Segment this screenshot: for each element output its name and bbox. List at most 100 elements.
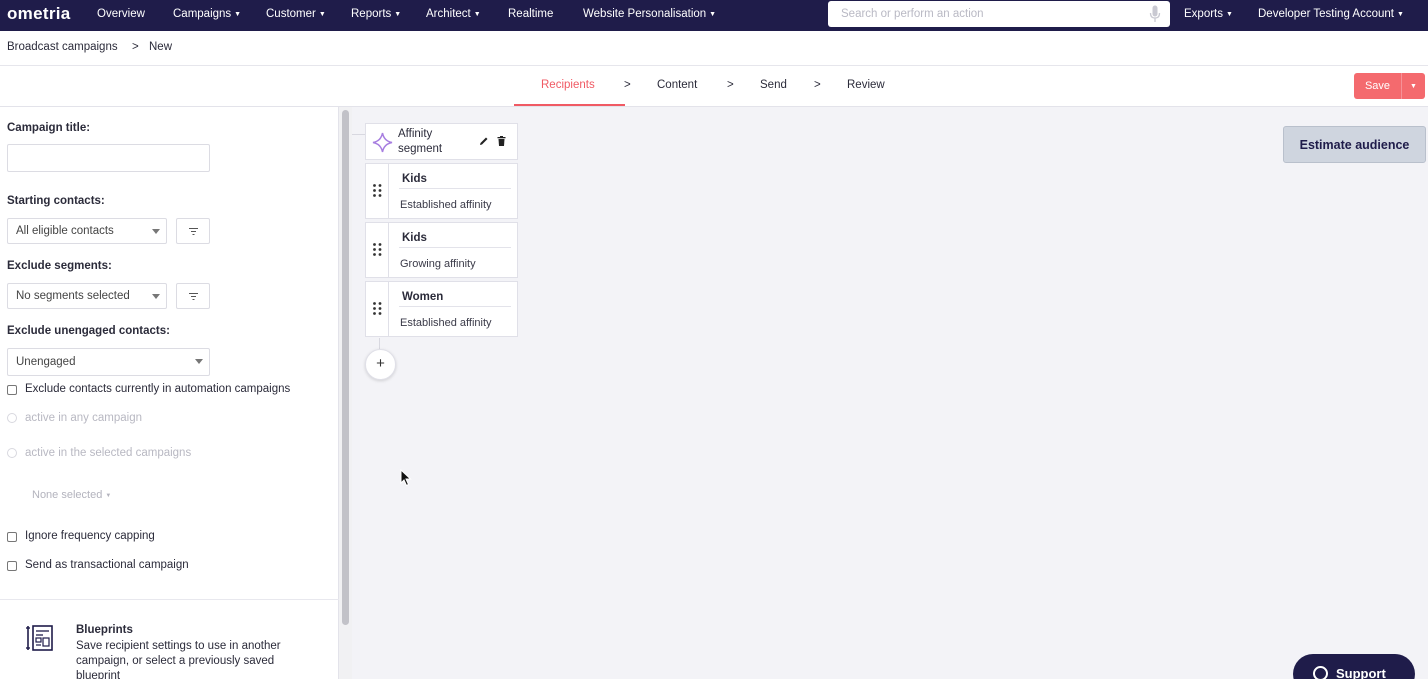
dropdown-arrow-icon: [195, 359, 203, 364]
exclude-automation-checkbox[interactable]: [7, 384, 17, 395]
transactional-checkbox[interactable]: [7, 560, 17, 571]
active-step-indicator: [514, 104, 625, 106]
panel-scrollbar[interactable]: [339, 107, 352, 679]
support-label: Support: [1336, 666, 1386, 679]
exclude-unengaged-label: Exclude unengaged contacts:: [7, 325, 170, 337]
radio-selected-campaigns-row: active in the selected campaigns: [7, 447, 191, 459]
radio-any-campaign[interactable]: [7, 413, 17, 423]
chevron-down-icon: ▼: [318, 11, 326, 18]
nav-website-personalisation[interactable]: Website Personalisation ▼: [583, 8, 716, 20]
segment-category: Kids: [402, 173, 427, 185]
starting-contacts-select[interactable]: All eligible contacts: [7, 218, 167, 244]
drag-handle-icon: [373, 243, 382, 256]
connector-line: [379, 338, 380, 349]
campaign-selector-dropdown[interactable]: None selected ▼: [32, 489, 111, 501]
segment-row[interactable]: Kids Established affinity: [365, 163, 518, 219]
starting-contacts-value: All eligible contacts: [16, 225, 114, 237]
ignore-frequency-row: Ignore frequency capping: [7, 530, 155, 542]
exclude-unengaged-select[interactable]: Unengaged: [7, 348, 210, 376]
save-options-dropdown[interactable]: ▼: [1401, 73, 1425, 99]
ignore-frequency-label: Ignore frequency capping: [25, 530, 155, 542]
campaign-title-label: Campaign title:: [7, 122, 91, 134]
nav-reports-label: Reports: [351, 8, 392, 20]
step-separator: >: [814, 79, 821, 91]
chevron-down-icon: ▼: [1396, 11, 1404, 18]
nav-customer[interactable]: Customer ▼: [266, 8, 326, 20]
breadcrumb-separator: >: [132, 41, 139, 53]
radio-selected-campaigns[interactable]: [7, 448, 17, 458]
campaign-selector-value: None selected: [32, 489, 103, 501]
trash-icon[interactable]: [497, 136, 506, 146]
pencil-icon[interactable]: [479, 136, 489, 146]
sparkle-icon: [372, 132, 393, 153]
starting-contacts-filter-button[interactable]: [176, 218, 210, 244]
step-review[interactable]: Review: [847, 79, 885, 91]
dropdown-arrow-icon: [152, 229, 160, 234]
step-recipients[interactable]: Recipients: [541, 79, 595, 91]
exclude-automation-label: Exclude contacts currently in automation…: [25, 383, 291, 395]
estimate-audience-button[interactable]: Estimate audience: [1283, 126, 1426, 163]
account-menu[interactable]: Developer Testing Account ▼: [1258, 8, 1404, 20]
chevron-down-icon: ▼: [234, 11, 242, 18]
blueprint-icon[interactable]: [26, 625, 53, 651]
ometria-logo[interactable]: ometria: [7, 4, 71, 24]
support-button[interactable]: Support: [1293, 654, 1415, 679]
blueprints-description: Save recipient settings to use in anothe…: [76, 640, 281, 679]
nav-exports[interactable]: Exports ▼: [1184, 8, 1233, 20]
save-button[interactable]: Save: [1354, 73, 1401, 99]
scrollbar-thumb[interactable]: [342, 110, 349, 625]
divider: [0, 599, 339, 600]
nav-reports[interactable]: Reports ▼: [351, 8, 401, 20]
ignore-frequency-checkbox[interactable]: [7, 531, 17, 542]
breadcrumb: Broadcast campaigns > New: [0, 31, 1428, 66]
segment-affinity-level: Growing affinity: [400, 258, 476, 270]
affinity-segment-header[interactable]: Affinity segment: [365, 123, 518, 160]
nav-overview[interactable]: Overview: [97, 8, 145, 20]
nav-architect[interactable]: Architect ▼: [426, 8, 481, 20]
search-input[interactable]: [828, 1, 1128, 27]
step-separator: >: [727, 79, 734, 91]
radio-any-campaign-label: active in any campaign: [25, 412, 142, 424]
nav-exports-label: Exports: [1184, 8, 1223, 20]
wizard-steps: Recipients > Content > Send > Review Sav…: [0, 66, 1428, 107]
mouse-cursor-icon: [400, 469, 412, 487]
breadcrumb-broadcast-campaigns[interactable]: Broadcast campaigns: [7, 41, 118, 53]
chevron-down-icon: ▼: [709, 11, 717, 18]
exclude-segments-filter-button[interactable]: [176, 283, 210, 309]
drag-handle[interactable]: [366, 282, 389, 336]
drag-handle[interactable]: [366, 164, 389, 218]
step-send[interactable]: Send: [760, 79, 787, 91]
drag-handle[interactable]: [366, 223, 389, 277]
exclude-automation-row: Exclude contacts currently in automation…: [7, 383, 290, 395]
nav-website-personalisation-label: Website Personalisation: [583, 8, 707, 20]
dropdown-arrow-icon: [152, 294, 160, 299]
chat-bubble-icon: [1313, 666, 1328, 679]
exclude-segments-value: No segments selected: [16, 290, 130, 302]
segment-category: Women: [402, 291, 444, 303]
segment-affinity-level: Established affinity: [400, 317, 492, 329]
recipients-settings-panel: Campaign title: Starting contacts: All e…: [0, 107, 339, 679]
exclude-segments-select[interactable]: No segments selected: [7, 283, 167, 309]
blueprints-title[interactable]: Blueprints: [76, 624, 133, 636]
breadcrumb-current: New: [149, 41, 173, 53]
drag-handle-icon: [373, 184, 382, 197]
microphone-icon[interactable]: [1149, 5, 1161, 23]
exclude-segments-label: Exclude segments:: [7, 260, 112, 272]
nav-realtime[interactable]: Realtime: [508, 8, 553, 20]
filter-icon: [189, 228, 198, 235]
radio-selected-campaigns-label: active in the selected campaigns: [25, 447, 192, 459]
account-name: Developer Testing Account: [1258, 8, 1394, 20]
step-content[interactable]: Content: [657, 79, 697, 91]
campaign-title-input[interactable]: [7, 144, 210, 172]
segment-row[interactable]: Kids Growing affinity: [365, 222, 518, 278]
nav-overview-label: Overview: [97, 8, 145, 20]
transactional-row: Send as transactional campaign: [7, 559, 189, 571]
connector-line: [352, 134, 365, 135]
segment-affinity-level: Established affinity: [400, 199, 492, 211]
segment-row[interactable]: Women Established affinity: [365, 281, 518, 337]
nav-campaigns[interactable]: Campaigns ▼: [173, 8, 241, 20]
segment-title-line2: segment: [398, 143, 443, 155]
divider: [399, 306, 511, 307]
chevron-down-icon: ▼: [105, 493, 112, 499]
add-segment-button[interactable]: +: [365, 349, 396, 380]
